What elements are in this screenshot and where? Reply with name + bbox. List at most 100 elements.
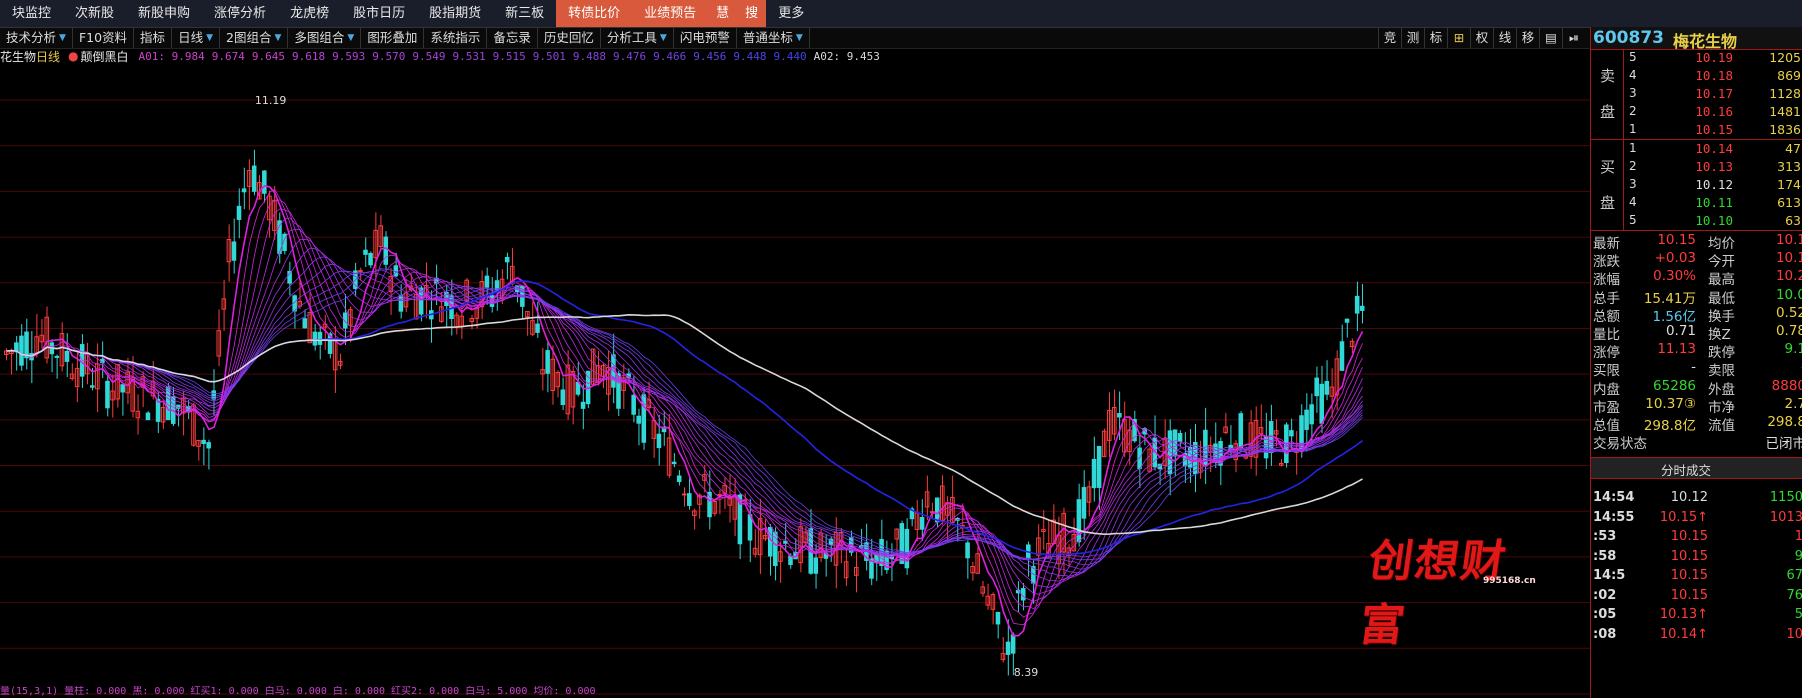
stat-value: 10.2 — [1775, 268, 1802, 285]
candle-body — [965, 542, 970, 559]
candle-body — [1354, 295, 1360, 314]
toolbar-item-0[interactable]: 技术分析 ▼ — [0, 28, 73, 48]
toolbar-item-9[interactable]: 历史回忆 — [538, 28, 601, 48]
book-volume: 63 — [1785, 213, 1801, 228]
candle-body — [241, 188, 247, 193]
nav-item-12[interactable]: 更多 — [766, 0, 816, 27]
watermark-url: 995168.cn — [1483, 576, 1536, 586]
candle-body — [236, 205, 242, 220]
asks-row[interactable]: 3 10.17 1128 — [1623, 85, 1802, 103]
candle-body — [1177, 433, 1183, 442]
bids-row[interactable]: 5 10.10 63 — [1623, 212, 1802, 230]
nav-item-11[interactable]: 搜 — [737, 0, 767, 27]
tick-volume: 5 — [1794, 607, 1802, 622]
stat-value: 298.8 — [1767, 414, 1802, 430]
ma-value-14: 9.448 — [733, 49, 767, 63]
toolbar-label-9: 历史回忆 — [543, 30, 594, 45]
candle-body — [358, 270, 363, 273]
nav-item-5[interactable]: 股市日历 — [341, 0, 417, 27]
stat-label: 最新 — [1593, 236, 1620, 252]
toolbar-item-10[interactable]: 分析工具 ▼ — [601, 28, 674, 48]
candle-body — [201, 439, 206, 444]
asks-row[interactable]: 1 10.15 1836 — [1623, 121, 1802, 139]
book-volume: 1205 — [1769, 50, 1801, 65]
asks-row[interactable]: 5 10.19 1205 — [1623, 49, 1802, 67]
bid-side-char-2: 盘 — [1600, 194, 1616, 212]
candle-body — [636, 415, 641, 424]
stat-label: 涨停 — [1593, 345, 1620, 362]
toolbar-item-12[interactable]: 普通坐标 ▼ — [737, 28, 810, 48]
ask-book: 卖 盘 5 10.19 1205 4 10.18 869 3 10.17 1128 2 10.16 1… — [1591, 49, 1802, 140]
dropdown-arrow-icon[interactable]: ▼ — [660, 28, 667, 48]
bids-row[interactable]: 4 10.11 613 — [1623, 194, 1802, 212]
bids-row[interactable]: 1 10.14 47 — [1623, 140, 1802, 158]
quote-stat-row: 量比 0.71 换Z 0.78 — [1591, 323, 1802, 343]
candlestick-chart[interactable]: 11.19 8.39 — [0, 64, 1590, 698]
book-volume: 1836 — [1769, 122, 1801, 137]
right-tool-4[interactable]: 权 — [1470, 28, 1493, 48]
tick-volume: 1013 — [1769, 509, 1802, 525]
dropdown-arrow-icon[interactable]: ▼ — [347, 28, 354, 48]
tick-time: :02 — [1593, 587, 1617, 603]
dropdown-arrow-icon[interactable]: ▼ — [274, 28, 281, 48]
asks-row[interactable]: 4 10.18 869 — [1623, 67, 1802, 85]
toolbar-item-3[interactable]: 日线 ▼ — [172, 28, 220, 48]
nav-item-10[interactable]: 慧 — [708, 0, 738, 27]
dropdown-arrow-icon[interactable]: ▼ — [796, 28, 803, 48]
right-tool-5[interactable]: 线 — [1493, 28, 1516, 48]
ask-side-char-2: 盘 — [1600, 103, 1616, 121]
dropdown-arrow-icon[interactable]: ▼ — [206, 28, 213, 48]
bids-row[interactable]: 3 10.12 174 — [1623, 176, 1802, 194]
nav-item-8[interactable]: 转债比价 — [556, 0, 633, 27]
right-tool-2[interactable]: 标 — [1424, 28, 1447, 48]
candle-body — [545, 350, 550, 374]
right-tool-3[interactable]: ⊞ — [1447, 28, 1470, 48]
toolbar-item-1[interactable]: F10资料 — [73, 28, 135, 48]
stat-value: 10.15 — [1657, 232, 1696, 248]
legend-flip[interactable]: 颠倒黑白 — [81, 48, 129, 65]
nav-item-1[interactable]: 次新股 — [63, 0, 126, 27]
toolbar-item-11[interactable]: 闪电预警 — [674, 28, 737, 48]
toolbar-item-2[interactable]: 指标 — [134, 28, 173, 48]
dropdown-arrow-icon[interactable]: ▼ — [59, 28, 66, 48]
nav-item-9[interactable]: 业绩预告 — [632, 0, 709, 27]
nav-item-4[interactable]: 龙虎榜 — [278, 0, 341, 27]
stat-value: 298.8亿 — [1643, 418, 1696, 434]
tick-row: :53 10.15 1 — [1591, 529, 1802, 548]
nav-item-2[interactable]: 新股申购 — [126, 0, 202, 27]
right-tool-1[interactable]: 测 — [1401, 28, 1424, 48]
toolbar-item-5[interactable]: 多图组合 ▼ — [288, 28, 362, 48]
candle-body — [1344, 318, 1350, 323]
toolbar-label-12: 普通坐标 — [742, 30, 793, 45]
stat-value: - — [1736, 359, 1802, 375]
toolbar-item-4[interactable]: 2图组合 ▼ — [220, 28, 289, 48]
stat-label: 总手 — [1593, 290, 1620, 307]
toolbar-label-11: 闪电预警 — [679, 30, 730, 45]
nav-item-7[interactable]: 新三板 — [493, 0, 556, 27]
bids-row[interactable]: 2 10.13 313 — [1623, 158, 1802, 176]
nav-item-6[interactable]: 股指期货 — [417, 0, 493, 27]
right-tool-6[interactable]: 移 — [1516, 28, 1539, 48]
toolbar-label-5: 多图组合 — [294, 30, 345, 45]
toolbar-item-8[interactable]: 备忘录 — [487, 28, 538, 48]
candle-body — [231, 241, 237, 261]
candle-body — [560, 389, 566, 405]
stat-value: 0.71 — [1665, 323, 1696, 339]
right-tool-0[interactable]: 竞 — [1378, 28, 1401, 48]
stat-value: - — [1691, 359, 1696, 376]
ma-value-12: 9.466 — [653, 49, 687, 63]
ma-ribbon-line — [6, 256, 1363, 577]
legend-period[interactable]: 日线 — [36, 48, 60, 65]
stat-value: 15.41万 — [1643, 290, 1696, 307]
candle-body — [1289, 430, 1294, 437]
ma-ribbon-line — [6, 208, 1363, 610]
book-price: 10.19 — [1695, 50, 1733, 65]
quote-stat-row: 市盈 10.37③ 市净 2.7 — [1591, 396, 1802, 416]
right-tool-8[interactable]: ⏯ — [1562, 28, 1585, 48]
toolbar-item-6[interactable]: 图形叠加 — [361, 28, 425, 48]
nav-item-3[interactable]: 涨停分析 — [202, 0, 278, 27]
right-tool-7[interactable]: ▤ — [1539, 28, 1562, 48]
toolbar-item-7[interactable]: 系统指示 — [424, 28, 488, 48]
nav-item-0[interactable]: 块监控 — [0, 0, 63, 27]
asks-row[interactable]: 2 10.16 1481 — [1623, 103, 1802, 121]
